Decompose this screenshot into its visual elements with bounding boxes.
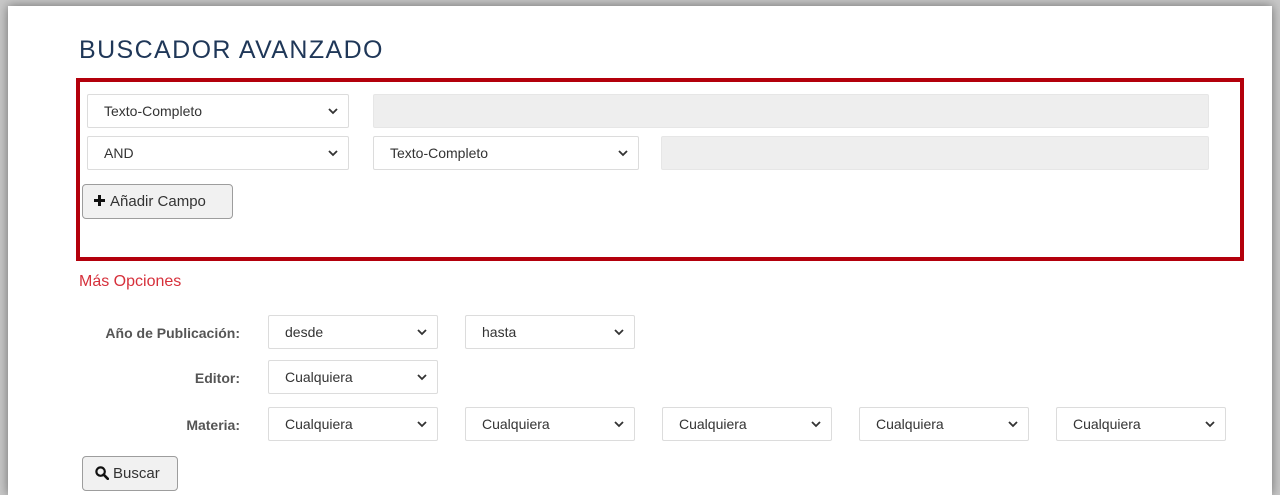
chevron-down-icon (618, 150, 628, 157)
publisher-value: Cualquiera (285, 369, 353, 385)
add-field-button[interactable]: Añadir Campo (82, 184, 233, 219)
subject-select-3-value: Cualquiera (679, 416, 747, 432)
chevron-down-icon (614, 329, 624, 336)
field-select-2[interactable]: Texto-Completo (373, 136, 639, 170)
year-from-value: desde (285, 324, 324, 340)
chevron-down-icon (417, 329, 427, 336)
operator-select-value: AND (104, 145, 134, 161)
chevron-down-icon (614, 421, 624, 428)
search-icon (95, 465, 109, 480)
subject-select-4[interactable]: Cualquiera (859, 407, 1029, 441)
subject-select-4-value: Cualquiera (876, 416, 944, 432)
chevron-down-icon (328, 108, 338, 115)
subject-select-2[interactable]: Cualquiera (465, 407, 635, 441)
subject-select-3[interactable]: Cualquiera (662, 407, 832, 441)
year-to-select[interactable]: hasta (465, 315, 635, 349)
advanced-search-panel: BUSCADOR AVANZADO Texto-Completo AND Tex… (8, 6, 1272, 495)
more-options-heading: Más Opciones (79, 273, 182, 290)
search-term-input-1[interactable] (373, 94, 1209, 128)
chevron-down-icon (1205, 421, 1215, 428)
chevron-down-icon (1008, 421, 1018, 428)
year-label: Año de Publicación: (105, 325, 240, 341)
year-to-value: hasta (482, 324, 517, 340)
subject-label: Materia: (186, 417, 240, 433)
field-select-2-value: Texto-Completo (390, 145, 489, 161)
field-select-1[interactable]: Texto-Completo (87, 94, 349, 128)
subject-select-1-value: Cualquiera (285, 416, 353, 432)
subject-select-1[interactable]: Cualquiera (268, 407, 438, 441)
chevron-down-icon (328, 150, 338, 157)
publisher-select[interactable]: Cualquiera (268, 360, 438, 394)
search-term-input-2[interactable] (661, 136, 1209, 170)
year-from-select[interactable]: desde (268, 315, 438, 349)
plus-icon (94, 195, 105, 207)
field-select-1-value: Texto-Completo (104, 103, 203, 119)
page-title: BUSCADOR AVANZADO (79, 36, 384, 64)
subject-select-5[interactable]: Cualquiera (1056, 407, 1226, 441)
search-button-label: Buscar (113, 465, 160, 482)
chevron-down-icon (417, 374, 427, 381)
subject-select-2-value: Cualquiera (482, 416, 550, 432)
subject-select-5-value: Cualquiera (1073, 416, 1141, 432)
publisher-label: Editor: (194, 370, 240, 386)
chevron-down-icon (417, 421, 427, 428)
add-field-label: Añadir Campo (110, 193, 206, 210)
search-button[interactable]: Buscar (82, 456, 178, 491)
chevron-down-icon (811, 421, 821, 428)
operator-select[interactable]: AND (87, 136, 349, 170)
